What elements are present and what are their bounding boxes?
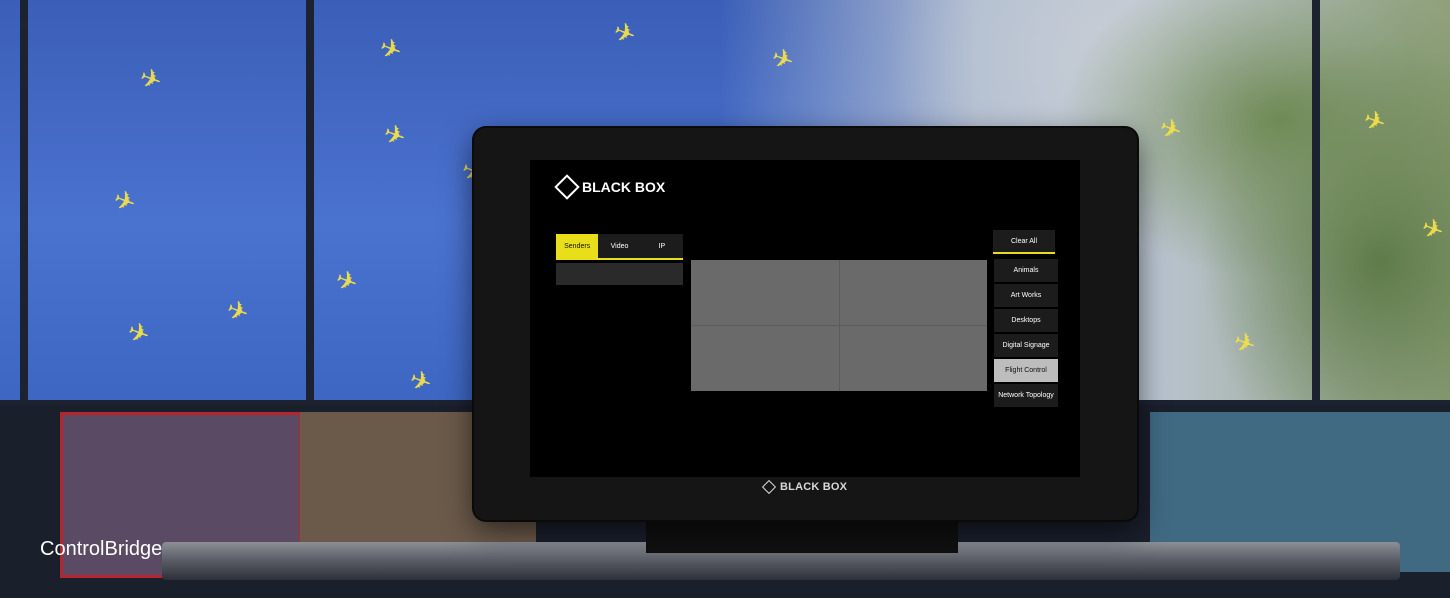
clear-all-button[interactable]: Clear All xyxy=(993,230,1055,254)
preset-list: Animals Art Works Desktops Digital Signa… xyxy=(994,259,1058,409)
diamond-logo-icon xyxy=(554,174,580,200)
video-wall-layout xyxy=(691,260,987,391)
bezel-brand: BLACK BOX xyxy=(761,480,848,495)
brand-name: BLACK BOX xyxy=(582,179,666,195)
brand-logo: BLACK BOX xyxy=(554,174,666,200)
product-caption: ControlBridge xyxy=(40,538,163,560)
preset-desktops[interactable]: Desktops xyxy=(994,309,1058,332)
video-wall-cell[interactable] xyxy=(691,326,839,391)
wall-bezel xyxy=(306,0,314,405)
diamond-logo-icon xyxy=(761,480,777,495)
preset-digital-signage[interactable]: Digital Signage xyxy=(994,334,1058,357)
preset-flight-control[interactable]: Flight Control xyxy=(994,359,1058,382)
video-wall-cell[interactable] xyxy=(839,260,987,325)
touch-screen: BLACK BOX Senders Video IP Clear All Ani… xyxy=(530,160,1080,477)
tab-senders[interactable]: Senders xyxy=(556,234,599,258)
tab-video[interactable]: Video xyxy=(598,234,641,258)
preset-network-topology[interactable]: Network Topology xyxy=(994,384,1058,407)
tab-ip[interactable]: IP xyxy=(640,234,683,258)
video-wall-cell[interactable] xyxy=(691,260,839,325)
wall-bezel xyxy=(1312,0,1320,405)
sender-list[interactable] xyxy=(556,263,683,285)
touch-panel-device: BLACK BOX Senders Video IP Clear All Ani… xyxy=(474,128,1137,520)
wall-bezel xyxy=(20,0,28,405)
preset-art-works[interactable]: Art Works xyxy=(994,284,1058,307)
source-tabs: Senders Video IP xyxy=(556,234,683,260)
preset-animals[interactable]: Animals xyxy=(994,259,1058,282)
video-wall-cell[interactable] xyxy=(839,326,987,391)
bezel-brand-text: BLACK BOX xyxy=(780,481,848,493)
